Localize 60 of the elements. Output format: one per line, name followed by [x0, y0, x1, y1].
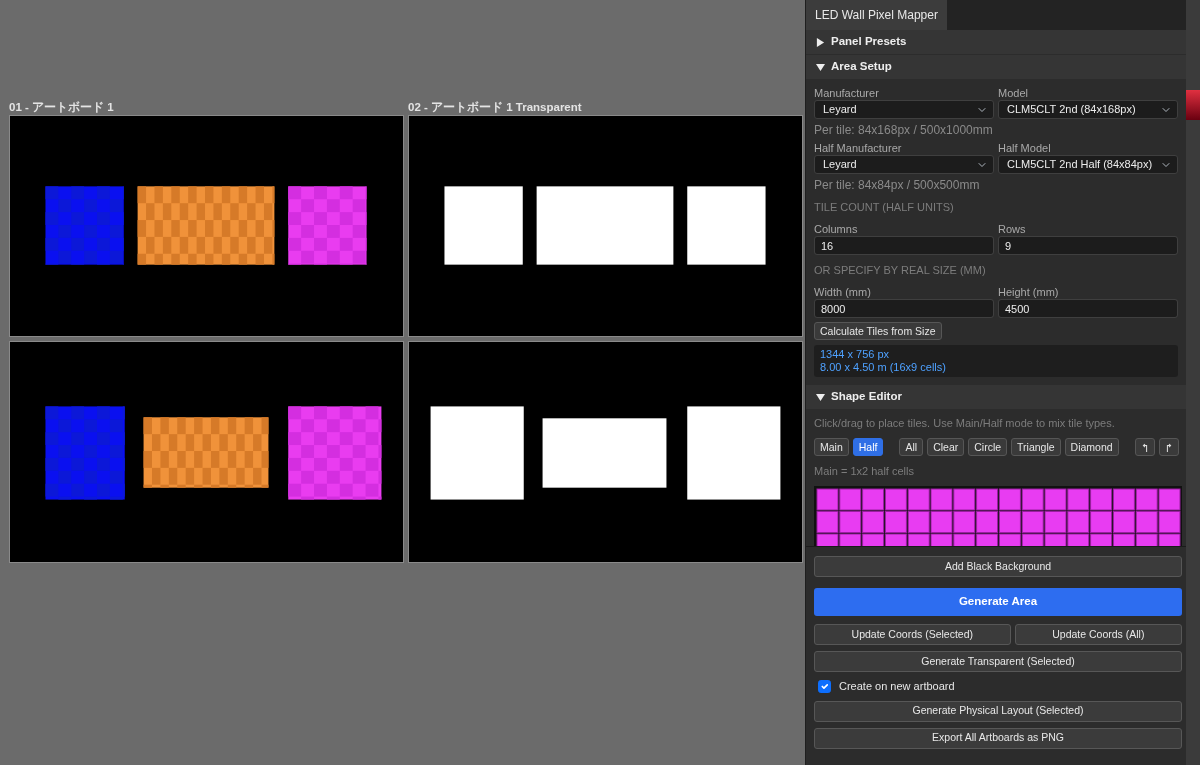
- section-title[interactable]: Area Setup: [831, 58, 892, 76]
- dropdown[interactable]: Leyard: [814, 100, 994, 119]
- tool-button[interactable]: Diamond: [1064, 438, 1119, 456]
- generate-button[interactable]: Generate Area: [814, 588, 1182, 616]
- tool-button[interactable]: Clear: [927, 438, 965, 456]
- input-field[interactable]: 9: [998, 236, 1178, 255]
- add-background-button[interactable]: Add Black Background: [814, 556, 1182, 577]
- expand-triangle-icon: [816, 37, 825, 47]
- field-label: Columns: [814, 222, 859, 236]
- export-button[interactable]: Export All Artboards as PNG: [814, 727, 1182, 749]
- section-title[interactable]: Panel Presets: [831, 33, 907, 51]
- tile-info: Per tile: 84x84px / 500x500mm: [814, 178, 981, 192]
- tool-button[interactable]: All: [899, 438, 924, 456]
- input-field[interactable]: 16: [814, 236, 994, 255]
- artboard[interactable]: [9, 115, 404, 337]
- mode-toggle[interactable]: Main: [814, 438, 849, 456]
- section-caption: OR SPECIFY BY REAL SIZE (MM): [814, 263, 987, 277]
- checkbox[interactable]: [818, 679, 831, 693]
- update-button[interactable]: Update Coords (All): [1014, 624, 1182, 645]
- input-field[interactable]: 4500: [998, 299, 1178, 318]
- field-label: Half Manufacturer: [814, 141, 903, 155]
- section-title[interactable]: Shape Editor: [831, 388, 902, 406]
- update-button[interactable]: Update Coords (Selected): [814, 624, 1011, 645]
- tool-button[interactable]: Circle: [968, 438, 1008, 456]
- panel-tab[interactable]: LED Wall Pixel Mapper: [806, 0, 947, 30]
- collapse-triangle-icon: [816, 62, 825, 72]
- field-label: Width (mm): [814, 285, 872, 299]
- field-label: Model: [998, 86, 1029, 100]
- rotate-right-button[interactable]: [1158, 438, 1179, 456]
- tool-button[interactable]: Triangle: [1011, 438, 1061, 456]
- input-field[interactable]: 8000: [814, 299, 994, 318]
- info-text: 1344 x 756 px: [820, 348, 891, 361]
- artboard[interactable]: [9, 341, 404, 563]
- rotate-right-icon: [1164, 443, 1173, 454]
- hint-text: Click/drag to place tiles. Use Main/Half mode to mix tile types.: [814, 416, 1116, 430]
- artboard[interactable]: [408, 115, 803, 337]
- dropdown[interactable]: CLM5CLT 2nd Half (84x84px): [998, 155, 1178, 174]
- artboard[interactable]: [408, 341, 803, 563]
- mode-toggle[interactable]: Half: [852, 438, 884, 456]
- artboard-label: 01 - アートボード 1: [9, 100, 115, 115]
- color-swatch: [1186, 90, 1200, 120]
- field-label: Rows: [998, 222, 1027, 236]
- tile-info: Per tile: 84x168px / 500x1000mm: [814, 123, 994, 137]
- section-caption: TILE COUNT (HALF UNITS): [814, 200, 955, 214]
- field-label: Half Model: [998, 141, 1052, 155]
- calculate-button[interactable]: Calculate Tiles from Size: [814, 322, 942, 340]
- dropdown[interactable]: CLM5CLT 2nd (84x168px): [998, 100, 1178, 119]
- generate-transparent-button[interactable]: Generate Transparent (Selected): [814, 651, 1182, 672]
- field-label: Height (mm): [998, 285, 1060, 299]
- field-label: Manufacturer: [814, 86, 880, 100]
- artboard-label: 02 - アートボード 1 Transparent: [408, 100, 583, 115]
- rotate-left-button[interactable]: [1134, 438, 1155, 456]
- generate-layout-button[interactable]: Generate Physical Layout (Selected): [814, 700, 1182, 722]
- info-text: 8.00 x 4.50 m (16x9 cells): [820, 361, 947, 374]
- rotate-left-icon: [1140, 443, 1149, 454]
- dropdown[interactable]: Leyard: [814, 155, 994, 174]
- checkbox-label: Create on new artboard: [839, 679, 955, 694]
- note-text: Main = 1x2 half cells: [814, 464, 915, 478]
- tile-grid-drawing[interactable]: [814, 486, 1182, 546]
- collapse-triangle-icon: [816, 392, 825, 402]
